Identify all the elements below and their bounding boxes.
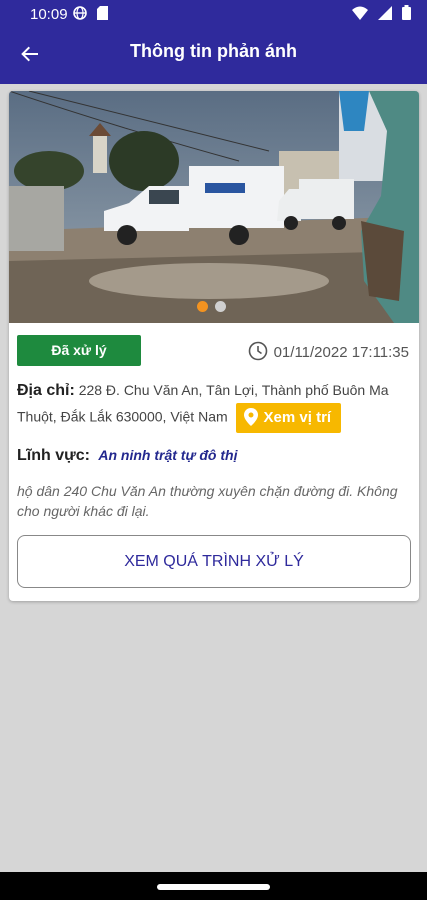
category-value: An ninh trật tự đô thị [98, 447, 238, 463]
view-location-button[interactable]: Xem vị trí [235, 403, 342, 433]
view-location-label: Xem vị trí [263, 409, 332, 426]
location-pin-icon [243, 408, 258, 426]
report-card: Đã xử lý 01/11/2022 17:11:35 Địa chỉ: 22… [9, 91, 419, 601]
status-badge: Đã xử lý [17, 335, 141, 366]
home-gesture-handle[interactable] [157, 884, 270, 890]
clock-icon [248, 341, 267, 361]
report-description: hộ dân 240 Chu Văn An thường xuyên chặn … [17, 483, 398, 519]
pager-dot-active[interactable] [197, 301, 208, 312]
report-time: 01/11/2022 17:11:35 [248, 341, 409, 361]
sim-card-icon [97, 6, 109, 24]
address-block: Địa chỉ: 228 Đ. Chu Văn An, Tân Lợi, Thà… [17, 378, 413, 433]
pager-dot[interactable] [215, 301, 227, 312]
cell-signal-icon [377, 6, 392, 24]
report-photo[interactable] [9, 91, 419, 323]
vpn-icon [73, 6, 87, 24]
status-bar: 10:09 [0, 0, 427, 30]
report-photo-image [9, 91, 419, 323]
report-timestamp: 01/11/2022 17:11:35 [273, 344, 409, 361]
app-header: 10:09 Thông tin phản ánh [0, 0, 427, 84]
system-nav-bar [0, 872, 427, 900]
page-title: Thông tin phản ánh [130, 41, 297, 61]
category-label: Lĩnh vực: [17, 447, 90, 464]
status-time: 10:09 [30, 6, 68, 23]
wifi-icon [351, 6, 368, 24]
view-process-button[interactable]: XEM QUÁ TRÌNH XỬ LÝ [17, 535, 411, 588]
address-label: Địa chỉ: [17, 382, 75, 399]
category-row: Lĩnh vực: An ninh trật tự đô thị [17, 447, 237, 465]
battery-icon [402, 5, 411, 24]
image-pager [197, 299, 229, 317]
